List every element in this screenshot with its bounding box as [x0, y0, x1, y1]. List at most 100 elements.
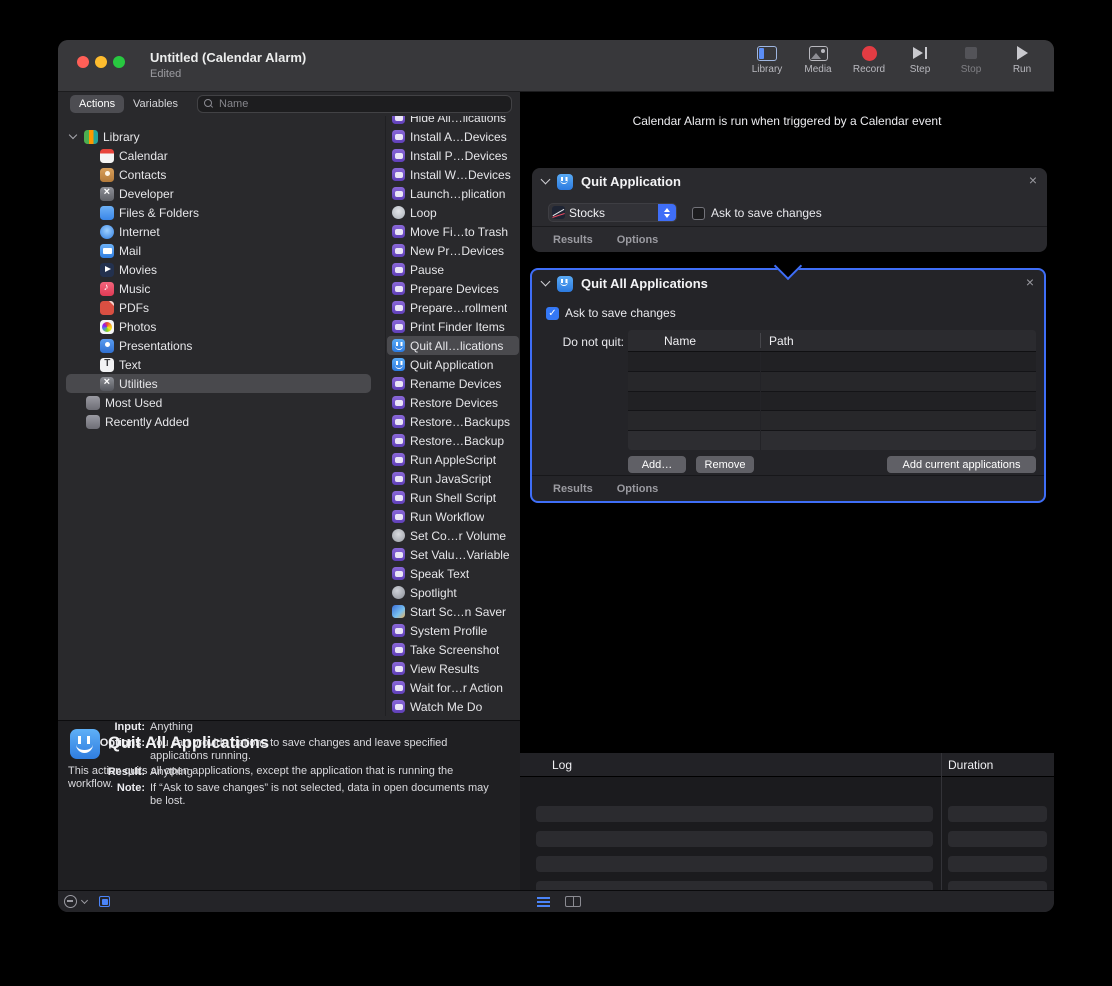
action-list-item[interactable]: Restore Devices — [386, 393, 520, 412]
action-list-item[interactable]: View Results — [386, 659, 520, 678]
action-list-item[interactable]: Quit All…lications — [386, 336, 520, 355]
action-list-item[interactable]: Quit Application — [386, 355, 520, 374]
sidebar-item-recently-added[interactable]: Recently Added — [58, 412, 385, 431]
stop-button[interactable]: Stop — [951, 45, 991, 75]
action-card-quit-application[interactable]: Quit Application × Stocks Ask to save ch… — [532, 168, 1047, 252]
results-link[interactable]: Results — [553, 483, 593, 495]
close-window-button[interactable] — [77, 56, 89, 68]
application-dropdown[interactable]: Stocks — [548, 203, 677, 222]
finder-app-icon — [557, 275, 573, 292]
tab-actions[interactable]: Actions — [70, 95, 125, 113]
stocks-app-icon — [552, 206, 565, 219]
action-list-item[interactable]: Print Finder Items — [386, 317, 520, 336]
action-list-item[interactable]: Run Workflow — [386, 507, 520, 526]
action-list-item[interactable]: Pause — [386, 260, 520, 279]
zoom-window-button[interactable] — [113, 56, 125, 68]
media-toolbar-button[interactable]: Media — [798, 45, 838, 75]
action-list-item[interactable]: New Pr…Devices — [386, 241, 520, 260]
action-list-item[interactable]: Set Valu…Variable — [386, 545, 520, 564]
action-icon — [392, 282, 405, 295]
sidebar-item-files-folders[interactable]: Files & Folders — [58, 203, 385, 222]
do-not-quit-table[interactable]: Name Path — [628, 330, 1036, 450]
options-link[interactable]: Options — [617, 483, 659, 495]
action-list-item[interactable]: Install P…Devices — [386, 146, 520, 165]
sidebar-item-text[interactable]: Text — [58, 355, 385, 374]
action-list-item[interactable]: Run AppleScript — [386, 450, 520, 469]
action-icon — [392, 643, 405, 656]
sidebar-item-most-used[interactable]: Most Used — [58, 393, 385, 412]
column-divider[interactable] — [760, 333, 761, 348]
add-current-applications-button[interactable]: Add current applications — [887, 456, 1036, 473]
action-list-item[interactable]: Spotlight — [386, 583, 520, 602]
action-icon — [392, 662, 405, 675]
action-list-item[interactable]: Wait for…r Action — [386, 678, 520, 697]
step-button[interactable]: Step — [900, 45, 940, 75]
duration-column-header[interactable]: Duration — [948, 758, 993, 772]
action-list-item[interactable]: Run JavaScript — [386, 469, 520, 488]
minimize-window-button[interactable] — [95, 56, 107, 68]
sidebar-item-developer[interactable]: Developer — [58, 184, 385, 203]
log-column-header[interactable]: Log — [552, 758, 572, 772]
toolbar-icon — [861, 45, 877, 61]
action-list-item[interactable]: Install A…Devices — [386, 127, 520, 146]
action-list-item[interactable]: Set Co…r Volume — [386, 526, 520, 545]
sidebar-item-library[interactable]: Library — [58, 127, 385, 146]
description-toggle-button[interactable] — [99, 896, 110, 907]
action-icon — [392, 187, 405, 200]
remove-action-button[interactable]: × — [1029, 172, 1037, 188]
column-header-name[interactable]: Name — [628, 334, 760, 348]
action-label: Watch Me Do — [410, 699, 483, 714]
sidebar-item-contacts[interactable]: Contacts — [58, 165, 385, 184]
results-link[interactable]: Results — [553, 234, 593, 246]
ask-to-save-checkbox[interactable] — [692, 206, 705, 220]
window-title: Untitled (Calendar Alarm) — [150, 50, 307, 65]
sidebar-item-utilities[interactable]: Utilities — [58, 374, 385, 393]
tab-variables[interactable]: Variables — [133, 95, 178, 113]
search-input[interactable]: Name — [197, 95, 512, 113]
log-list-view-button[interactable] — [537, 896, 550, 907]
options-link[interactable]: Options — [617, 234, 659, 246]
action-list-item[interactable]: Run Shell Script — [386, 488, 520, 507]
action-list-item[interactable]: Launch…plication — [386, 184, 520, 203]
collapse-chevron-icon[interactable] — [540, 174, 551, 185]
add-button[interactable]: Add… — [628, 456, 686, 473]
action-list-item[interactable]: Restore…Backup — [386, 431, 520, 450]
sidebar-item-presentations[interactable]: Presentations — [58, 336, 385, 355]
action-list-item[interactable]: Rename Devices — [386, 374, 520, 393]
action-label: View Results — [410, 661, 480, 676]
collapse-chevron-icon[interactable] — [540, 276, 551, 287]
log-columns-view-button[interactable] — [565, 896, 581, 907]
remove-button[interactable]: Remove — [696, 456, 754, 473]
action-list-item[interactable]: Prepare…rollment — [386, 298, 520, 317]
action-list-item[interactable]: Prepare Devices — [386, 279, 520, 298]
sidebar-item-photos[interactable]: Photos — [58, 317, 385, 336]
action-list-item[interactable]: Loop — [386, 203, 520, 222]
action-list-item[interactable]: Speak Text — [386, 564, 520, 583]
ask-to-save-checkbox[interactable] — [546, 306, 559, 320]
action-label: Run AppleScript — [410, 452, 497, 467]
action-card-quit-all-applications[interactable]: Quit All Applications × Ask to save chan… — [530, 268, 1046, 503]
sidebar-item-calendar[interactable]: Calendar — [58, 146, 385, 165]
smart-group-menu-button[interactable] — [64, 895, 89, 908]
record-button[interactable]: Record — [849, 45, 889, 75]
titlebar[interactable]: Untitled (Calendar Alarm) Edited Library… — [58, 40, 1054, 92]
library-icon — [84, 129, 98, 144]
sidebar-item-label: Presentations — [119, 338, 193, 353]
action-list-item[interactable]: Take Screenshot — [386, 640, 520, 659]
sidebar-item-music[interactable]: Music — [58, 279, 385, 298]
remove-action-button[interactable]: × — [1026, 274, 1034, 290]
action-list-item[interactable]: Restore…Backups — [386, 412, 520, 431]
action-list-item[interactable]: Move Fi…to Trash — [386, 222, 520, 241]
sidebar-item-internet[interactable]: Internet — [58, 222, 385, 241]
sidebar-item-mail[interactable]: Mail — [58, 241, 385, 260]
action-list-item[interactable]: Install W…Devices — [386, 165, 520, 184]
action-list-item[interactable]: System Profile — [386, 621, 520, 640]
sidebar-item-pdfs[interactable]: PDFs — [58, 298, 385, 317]
library-toolbar-button[interactable]: Library — [747, 45, 787, 75]
action-list-item[interactable]: Watch Me Do — [386, 697, 520, 716]
action-list-item[interactable]: Start Sc…n Saver — [386, 602, 520, 621]
disclosure-triangle-icon[interactable] — [68, 130, 78, 140]
column-header-path[interactable]: Path — [760, 334, 794, 348]
run-button[interactable]: Run — [1002, 45, 1042, 75]
sidebar-item-movies[interactable]: Movies — [58, 260, 385, 279]
